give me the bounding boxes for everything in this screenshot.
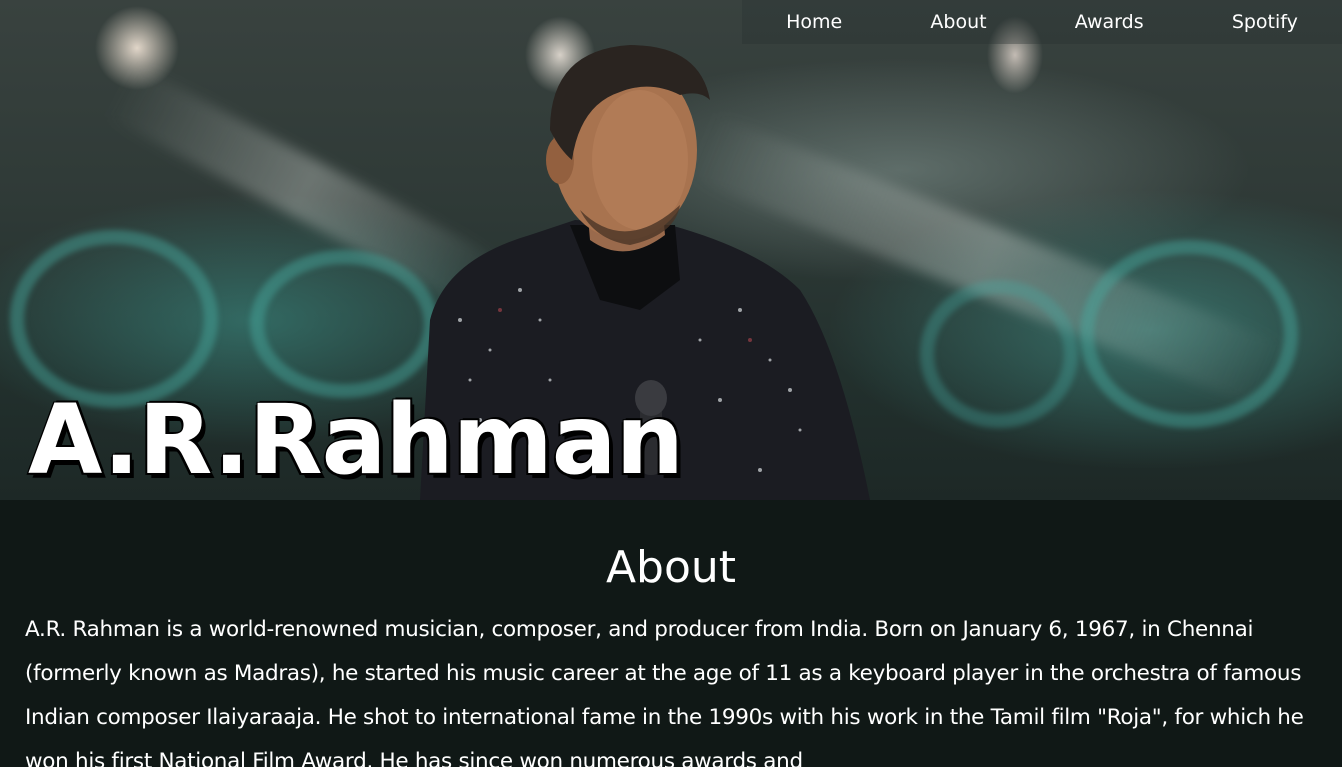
background-swirl	[920, 280, 1078, 428]
background-swirl	[10, 230, 218, 408]
nav-link-home[interactable]: Home	[776, 7, 852, 37]
about-paragraph: A.R. Rahman is a world-renowned musician…	[25, 617, 1304, 767]
nav-link-about[interactable]: About	[920, 7, 996, 37]
background-swirl	[1080, 240, 1298, 428]
about-section: About A.R. Rahman is a world-renowned mu…	[0, 500, 1342, 767]
nav-link-spotify[interactable]: Spotify	[1222, 7, 1308, 37]
about-heading: About	[605, 542, 737, 593]
main-navigation: Home About Awards Spotify	[742, 0, 1342, 44]
hero-banner: Home About Awards Spotify A.R.Rahman	[0, 0, 1342, 500]
nav-link-awards[interactable]: Awards	[1065, 7, 1154, 37]
hero-title: A.R.Rahman	[28, 384, 684, 496]
